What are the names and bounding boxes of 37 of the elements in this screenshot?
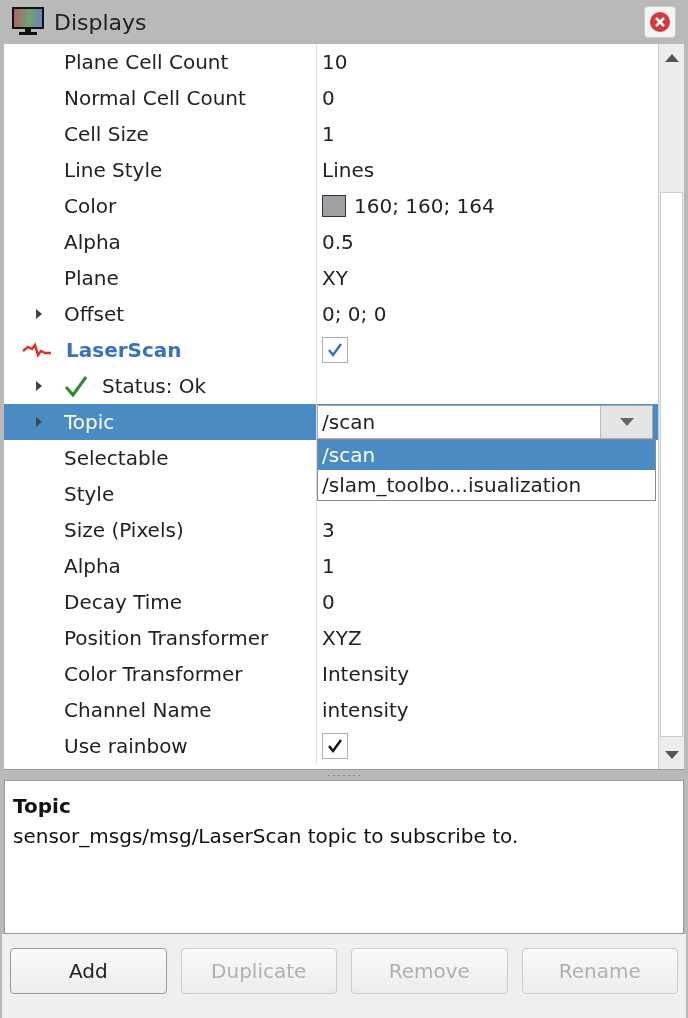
property-label: Normal Cell Count (64, 85, 246, 112)
property-label: Color (64, 193, 117, 220)
property-label: Alpha (64, 553, 121, 580)
property-value: Intensity (322, 661, 410, 688)
display-name: LaserScan (66, 337, 182, 364)
property-label: Status: Ok (102, 373, 207, 400)
property-label: Offset (64, 301, 125, 328)
description-text: sensor_msgs/msg/LaserScan topic to subscribe to. (13, 823, 520, 850)
property-value: 0 (322, 589, 335, 616)
property-value: 160; 160; 164 (354, 193, 495, 220)
property-label: Decay Time (64, 589, 183, 616)
property-value: 0 (322, 85, 335, 112)
property-value: intensity (322, 697, 409, 724)
property-label: Size (Pixels) (64, 517, 184, 544)
property-value: 1 (322, 121, 335, 148)
property-label: Cell Size (64, 121, 149, 148)
property-label: Topic (64, 409, 115, 436)
property-label: Color Transformer (64, 661, 243, 688)
property-label: Alpha (64, 229, 121, 256)
property-label: Line Style (64, 157, 163, 184)
property-label: Selectable (64, 445, 169, 472)
property-value: 1 (322, 553, 335, 580)
property-value: Lines (322, 157, 375, 184)
property-value: 0.5 (322, 229, 354, 256)
description-title: Topic (13, 793, 72, 820)
property-value: 3 (322, 517, 335, 544)
window-title: Displays (54, 8, 147, 37)
property-value: XY (322, 265, 348, 292)
property-label: Plane (64, 265, 119, 292)
property-label: Style (64, 481, 115, 508)
property-label: Channel Name (64, 697, 212, 724)
property-label: Plane Cell Count (64, 49, 229, 76)
property-label: Use rainbow (64, 733, 188, 760)
property-value: 0; 0; 0 (322, 301, 387, 328)
property-label: Position Transformer (64, 625, 269, 652)
property-value: 10 (322, 49, 348, 76)
property-value: XYZ (322, 625, 362, 652)
